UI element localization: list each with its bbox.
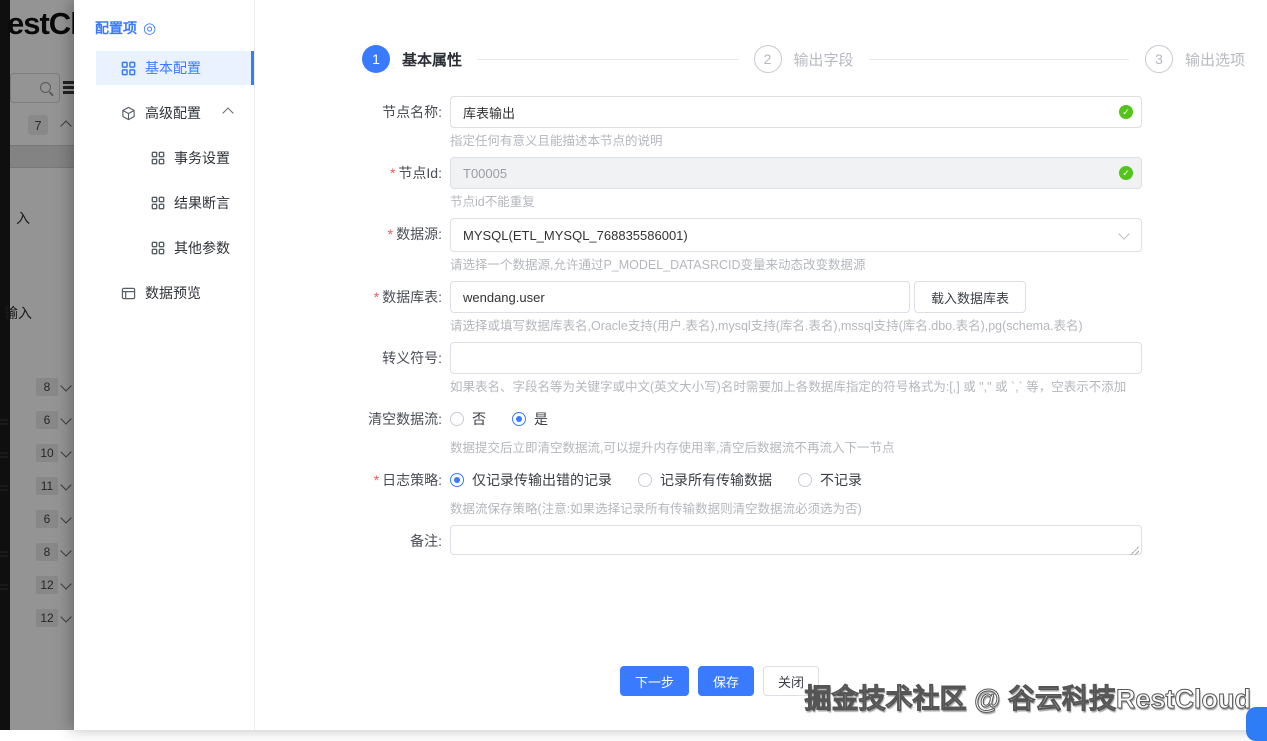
sidebar-item-label: 基本配置 (145, 58, 201, 78)
remark-textarea[interactable] (450, 525, 1142, 555)
radio-icon (450, 412, 464, 426)
step-output-fields[interactable]: 2 输出字段 (754, 45, 854, 73)
clear-stream-option-no[interactable]: 否 (450, 409, 486, 429)
cube-icon (121, 106, 136, 121)
sidebar-item-transaction-settings[interactable]: 事务设置 (96, 141, 254, 175)
sidebar-item-label: 事务设置 (174, 148, 230, 168)
field-helper-text: 如果表名、字段名等为关键字或中文(英文大小写)名时需要加上各数据库指定的符号格式… (450, 380, 1142, 395)
sidebar-item-label: 数据预览 (145, 283, 201, 303)
field-label: *数据源: (255, 218, 450, 273)
required-asterisk: * (388, 226, 393, 242)
field-helper-text: 数据流保存策略(注意:如果选择记录所有传输数据则清空数据流必须选为否) (450, 502, 1142, 517)
load-db-tables-button[interactable]: 载入数据库表 (914, 281, 1026, 313)
sidebar-item-result-assertion[interactable]: 结果断言 (96, 186, 254, 220)
sidebar-title: 配置项 ◎ (95, 18, 254, 38)
save-button[interactable]: 保存 (698, 666, 754, 696)
table-preview-icon (121, 286, 136, 301)
chevron-up-icon (222, 107, 233, 118)
form-row-db-table: *数据库表: 载入数据库表 请选择或填写数据库表名,Oracle支持(用户.表名… (255, 281, 1267, 334)
radio-checked-icon (450, 473, 464, 487)
radio-icon (638, 473, 652, 487)
log-policy-option-none[interactable]: 不记录 (798, 470, 862, 490)
modal-footer: 下一步 保存 关闭 (620, 666, 819, 696)
radio-label: 否 (472, 409, 486, 429)
step-label: 基本属性 (402, 49, 462, 70)
sidebar-item-label: 高级配置 (145, 103, 201, 123)
required-asterisk: * (390, 165, 395, 181)
node-id-input (450, 157, 1142, 189)
field-helper-text: 节点id不能重复 (450, 195, 1142, 210)
form-row-remark: 备注: (255, 525, 1267, 560)
field-label: 转义符号: (255, 342, 450, 395)
step-label: 输出字段 (794, 49, 854, 70)
clear-stream-option-yes[interactable]: 是 (512, 409, 548, 429)
next-step-button[interactable]: 下一步 (620, 666, 689, 696)
form-row-log-policy: *日志策略: 仅记录传输出错的记录 记录所有传输数据 不 (255, 464, 1267, 517)
form-row-clear-stream: 清空数据流: 否 是 数据提交后立即清空数据流,可以提升内存使用率,清空后数据流… (255, 403, 1267, 456)
step-label: 输出选项 (1185, 49, 1245, 70)
field-helper-text: 指定任何有意义且能描述本节点的说明 (450, 134, 1142, 149)
node-config-modal: 配置项 ◎ 基本配置 高级配置 事务设置 结果断言 其 (74, 0, 1267, 730)
field-label: 备注: (255, 525, 450, 560)
required-asterisk: * (374, 472, 379, 488)
sidebar-item-label: 其他参数 (174, 238, 230, 258)
step-number: 1 (362, 45, 390, 73)
step-number: 3 (1145, 45, 1173, 73)
grid-icon (121, 61, 136, 76)
step-basic-attributes[interactable]: 1 基本属性 (362, 45, 462, 73)
datasource-selected-value: MYSQL(ETL_MYSQL_768835586001) (463, 228, 688, 243)
radio-label: 记录所有传输数据 (660, 470, 772, 490)
field-label: *数据库表: (255, 281, 450, 334)
chat-widget-bubble[interactable] (1246, 707, 1267, 741)
step-connector (870, 59, 1129, 60)
radio-checked-icon (512, 412, 526, 426)
db-table-input[interactable] (450, 281, 910, 313)
sidebar-item-other-params[interactable]: 其他参数 (96, 231, 254, 265)
field-label: *日志策略: (255, 464, 450, 517)
step-number: 2 (754, 45, 782, 73)
form-row-datasource: *数据源: MYSQL(ETL_MYSQL_768835586001) 请选择一… (255, 218, 1267, 273)
config-main-panel: 1 基本属性 2 输出字段 3 输出选项 节点名称: ✓ (255, 0, 1267, 730)
required-asterisk: * (374, 289, 379, 305)
log-policy-option-errors-only[interactable]: 仅记录传输出错的记录 (450, 470, 612, 490)
sidebar-item-data-preview[interactable]: 数据预览 (96, 276, 254, 310)
grid-icon (151, 241, 165, 255)
escape-symbol-input[interactable] (450, 342, 1142, 374)
form-row-node-name: 节点名称: ✓ 指定任何有意义且能描述本节点的说明 (255, 96, 1267, 149)
field-helper-text: 请选择或填写数据库表名,Oracle支持(用户.表名),mysql支持(库名.表… (450, 319, 1142, 334)
radio-label: 不记录 (820, 470, 862, 490)
step-connector (478, 59, 737, 60)
form-row-node-id: *节点Id: ✓ 节点id不能重复 (255, 157, 1267, 210)
field-label: 节点名称: (255, 96, 450, 149)
radio-label: 仅记录传输出错的记录 (472, 470, 612, 490)
chevron-down-icon (1118, 228, 1129, 239)
basic-attributes-form: 节点名称: ✓ 指定任何有意义且能描述本节点的说明 *节点Id: ✓ 节 (255, 96, 1267, 568)
radio-label: 是 (534, 409, 548, 429)
sidebar-item-advanced-config[interactable]: 高级配置 (96, 96, 254, 130)
node-name-input[interactable] (450, 96, 1142, 128)
community-watermark: 掘金技术社区 @ 谷云科技RestCloud (805, 677, 1251, 716)
sidebar-title-label: 配置项 (95, 18, 137, 38)
field-label: 清空数据流: (255, 403, 450, 456)
radio-icon (798, 473, 812, 487)
step-output-options[interactable]: 3 输出选项 (1145, 45, 1245, 73)
wizard-steps: 1 基本属性 2 输出字段 3 输出选项 (255, 0, 1267, 73)
field-label: *节点Id: (255, 157, 450, 210)
log-policy-option-all-data[interactable]: 记录所有传输数据 (638, 470, 772, 490)
bullseye-icon: ◎ (143, 19, 156, 37)
sidebar-nav: 基本配置 高级配置 事务设置 结果断言 其他参数 数据预览 (74, 51, 254, 310)
field-helper-text: 数据提交后立即清空数据流,可以提升内存使用率,清空后数据流不再流入下一节点 (450, 441, 1142, 456)
sidebar-item-label: 结果断言 (174, 193, 230, 213)
field-helper-text: 请选择一个数据源,允许通过P_MODEL_DATASRCID变量来动态改变数据源 (450, 258, 1142, 273)
datasource-select[interactable]: MYSQL(ETL_MYSQL_768835586001) (450, 218, 1142, 252)
grid-icon (151, 196, 165, 210)
valid-check-icon: ✓ (1119, 105, 1133, 119)
form-row-escape-symbol: 转义符号: 如果表名、字段名等为关键字或中文(英文大小写)名时需要加上各数据库指… (255, 342, 1267, 395)
valid-check-icon: ✓ (1119, 166, 1133, 180)
sidebar-item-basic-config[interactable]: 基本配置 (96, 51, 254, 85)
grid-icon (151, 151, 165, 165)
config-sidebar: 配置项 ◎ 基本配置 高级配置 事务设置 结果断言 其 (74, 0, 255, 730)
